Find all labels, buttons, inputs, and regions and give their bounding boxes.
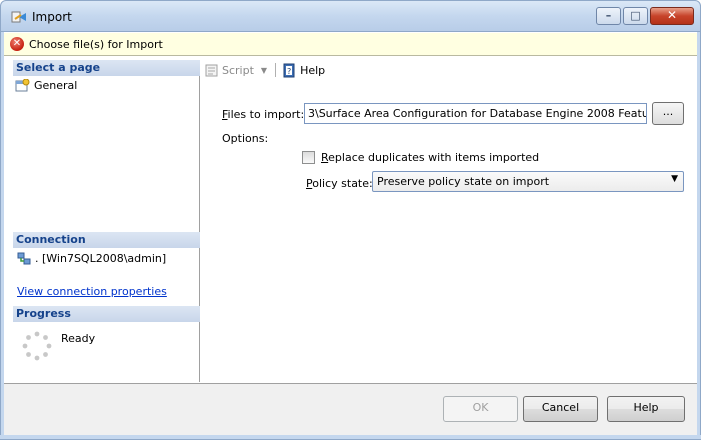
minimize-icon: –	[605, 9, 612, 22]
connection-header: Connection	[13, 232, 200, 248]
toolbar: Script ▼ ? Help	[202, 61, 325, 79]
maximize-icon: □	[630, 9, 641, 22]
files-to-import-input[interactable]: 3\Surface Area Configuration for Databas…	[304, 103, 647, 124]
close-icon: ✕	[666, 8, 678, 22]
replace-duplicates-checkbox[interactable]	[302, 151, 315, 164]
script-icon	[205, 64, 218, 76]
window-frame-bottom	[0, 435, 701, 440]
toolbar-separator	[275, 63, 277, 77]
window-controls: – □ ✕	[596, 7, 694, 25]
progress-status: Ready	[61, 332, 96, 345]
svg-text:?: ?	[287, 67, 291, 76]
page-label-general: General	[34, 78, 78, 92]
help-button[interactable]: Help	[607, 396, 685, 422]
error-icon: ✕	[10, 37, 24, 51]
connection-value: . [Win7SQL2008\admin]	[35, 252, 167, 265]
server-connection-icon	[17, 252, 31, 265]
script-button[interactable]: Script ▼	[204, 63, 267, 78]
error-banner: ✕ Choose file(s) for Import	[4, 33, 697, 56]
view-connection-properties-link[interactable]: View connection properties	[17, 285, 167, 298]
files-label-text: iles to import:	[227, 108, 305, 121]
policy-state-select[interactable]: Preserve policy state on import ▼	[372, 171, 684, 192]
page-item-general[interactable]: General	[15, 77, 77, 93]
chevron-down-icon: ▼	[671, 174, 678, 184]
help-toolbar-label: Help	[300, 63, 326, 77]
connection-item: . [Win7SQL2008\admin]	[17, 252, 166, 265]
browse-button[interactable]: ...	[652, 102, 684, 125]
files-to-import-label: Files to import:	[222, 108, 304, 121]
left-pane: Select a page General Connection . [Win7…	[13, 60, 200, 382]
replace-label-text: eplace duplicates with items imported	[328, 151, 540, 164]
minimize-button[interactable]: –	[596, 7, 621, 25]
banner-message: Choose file(s) for Import	[29, 38, 163, 51]
import-app-icon	[11, 11, 26, 23]
cancel-button[interactable]: Cancel	[523, 396, 598, 422]
title-bar[interactable]: Import – □ ✕	[0, 0, 701, 32]
progress-spinner-icon	[22, 331, 52, 361]
properties-page-icon	[15, 78, 30, 91]
maximize-button[interactable]: □	[623, 7, 648, 25]
window-frame-right	[697, 32, 701, 440]
close-button[interactable]: ✕	[650, 7, 694, 25]
left-margin	[4, 56, 13, 383]
progress-indicator: Ready	[21, 330, 95, 362]
policy-state-value: Preserve policy state on import	[377, 175, 550, 188]
window-title: Import	[32, 10, 72, 24]
script-dropdown-icon[interactable]: ▼	[261, 66, 267, 75]
progress-header: Progress	[13, 306, 200, 322]
policy-state-label: Policy state:	[306, 177, 373, 190]
policy-label-text: olicy state:	[312, 177, 373, 190]
replace-duplicates-label[interactable]: Replace duplicates with items imported	[321, 151, 539, 164]
help-toolbar-button[interactable]: ? Help	[282, 63, 325, 78]
select-page-header: Select a page	[13, 60, 200, 76]
ok-button[interactable]: OK	[443, 396, 518, 422]
help-book-icon: ?	[283, 63, 295, 77]
options-label: Options:	[222, 132, 269, 145]
script-label: Script	[222, 63, 254, 77]
